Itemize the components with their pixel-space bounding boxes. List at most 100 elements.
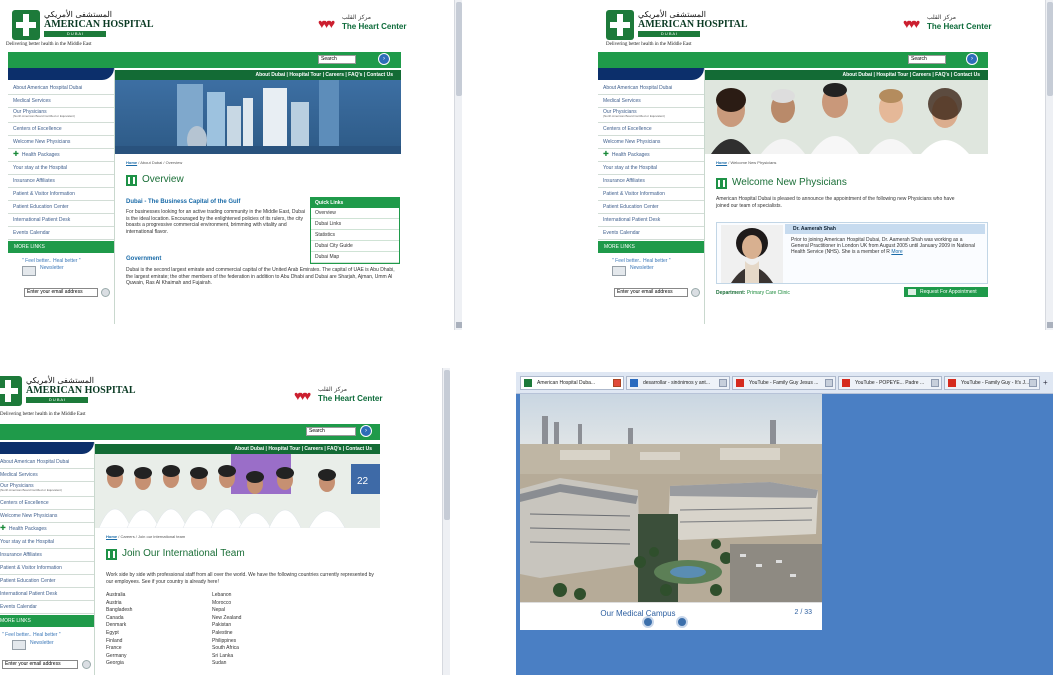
- newsletter-email-input[interactable]: Enter your email address: [614, 288, 688, 297]
- breadcrumb-home[interactable]: Home: [106, 534, 117, 539]
- nav-insurance[interactable]: Insurance Affiliates: [0, 549, 94, 562]
- breadcrumb-home[interactable]: Home: [126, 160, 137, 165]
- nav-patient-education[interactable]: Patient Education Center: [598, 201, 704, 214]
- nav-about[interactable]: About American Hospital Dubai: [8, 82, 114, 95]
- heart-center-logo[interactable]: ♥♥♥ مركز القلب The Heart Center: [294, 386, 382, 410]
- top-nav[interactable]: About Dubai | Hospital Tour | Careers | …: [95, 444, 380, 454]
- newsletter-link[interactable]: Newsletter: [30, 640, 54, 646]
- nav-health-packages[interactable]: ✚ Health Packages: [0, 523, 94, 536]
- close-tab-icon[interactable]: [1029, 379, 1037, 387]
- nav-events[interactable]: Events Calendar: [0, 601, 94, 614]
- nav-about[interactable]: About American Hospital Dubai: [0, 456, 94, 469]
- nav-patient-education[interactable]: Patient Education Center: [0, 575, 94, 588]
- scrollbar[interactable]: [1045, 0, 1053, 330]
- scrollbar-thumb[interactable]: [456, 2, 462, 96]
- country: Nepal: [212, 607, 226, 614]
- nav-patient-education[interactable]: Patient Education Center: [8, 201, 114, 214]
- country: Egypt: [106, 629, 119, 636]
- scrollbar-thumb[interactable]: [444, 370, 450, 520]
- close-tab-icon[interactable]: [931, 379, 939, 387]
- nav-welcome-physicians[interactable]: Welcome New Physicians: [8, 136, 114, 149]
- nav-your-stay[interactable]: Your stay at the Hospital: [598, 162, 704, 175]
- close-tab-icon[interactable]: [825, 379, 833, 387]
- newsletter-email-input[interactable]: Enter your email address: [2, 660, 78, 669]
- countries-column-2: Lebanon Morocco Nepal New Zealand Pakist…: [212, 592, 241, 668]
- quick-link-overview[interactable]: Overview: [311, 208, 399, 219]
- scrollbar[interactable]: [442, 368, 450, 675]
- newsletter-email-input[interactable]: Enter your email address: [24, 288, 98, 297]
- breadcrumb-home[interactable]: Home: [716, 160, 727, 165]
- newsletter-go-button[interactable]: [101, 288, 110, 297]
- tab-youtube-2[interactable]: YouTube - POPEYE... Padre ...: [838, 376, 942, 390]
- quick-link-statistics[interactable]: Statistics: [311, 230, 399, 241]
- more-links: MORE LINKS: [598, 241, 704, 253]
- nav-health-packages[interactable]: ✚ Health Packages: [598, 149, 704, 162]
- scroll-down-arrow[interactable]: [456, 322, 462, 328]
- nav-health-packages[interactable]: ✚ Health Packages: [8, 149, 114, 162]
- search-go-button[interactable]: ›: [360, 425, 372, 437]
- top-nav[interactable]: About Dubai | Hospital Tour | Careers | …: [115, 70, 401, 80]
- scrollbar-thumb[interactable]: [1047, 2, 1053, 96]
- search-input[interactable]: Search: [306, 427, 356, 436]
- country: South Africa: [212, 645, 239, 652]
- next-photo-button[interactable]: [676, 616, 688, 628]
- nav-patient-visitor[interactable]: Patient & Visitor Information: [0, 562, 94, 575]
- nav-international[interactable]: International Patient Desk: [8, 214, 114, 227]
- american-hospital-logo[interactable]: المستشفى الأمريكي AMERICAN HOSPITAL D U …: [0, 376, 136, 412]
- newsletter-go-button[interactable]: [82, 660, 91, 669]
- nav-welcome-physicians[interactable]: Welcome New Physicians: [0, 510, 94, 523]
- quick-link-dubai-links[interactable]: Dubai Links: [311, 219, 399, 230]
- sidebar: About American Hospital Dubai Medical Se…: [0, 442, 95, 675]
- nav-our-physicians[interactable]: Our Physicians (North American Board Cert…: [598, 108, 704, 123]
- scroll-down-arrow[interactable]: [1047, 322, 1053, 328]
- plus-icon: ✚: [13, 151, 19, 158]
- heart-center-logo[interactable]: ♥♥♥ مركز القلب The Heart Center: [903, 14, 991, 38]
- tab-youtube-1[interactable]: YouTube - Family Guy Jesus ...: [732, 376, 836, 390]
- nav-our-physicians[interactable]: Our Physicians (North American Board Cert…: [8, 108, 114, 123]
- nav-welcome-physicians[interactable]: Welcome New Physicians: [598, 136, 704, 149]
- close-tab-icon[interactable]: [613, 379, 621, 387]
- nav-patient-visitor[interactable]: Patient & Visitor Information: [8, 188, 114, 201]
- search-input[interactable]: Search: [318, 55, 356, 64]
- scrollbar[interactable]: [454, 0, 462, 330]
- nav-our-physicians[interactable]: Our Physicians (North American Board Cert…: [0, 482, 94, 497]
- nav-centers[interactable]: Centers of Excellence: [598, 123, 704, 136]
- search-input[interactable]: Search: [908, 55, 946, 64]
- newsletter-go-button[interactable]: [691, 288, 700, 297]
- newsletter-link[interactable]: Newsletter: [40, 265, 64, 271]
- american-hospital-logo[interactable]: المستشفى الأمريكي AMERICAN HOSPITAL D U …: [606, 10, 748, 46]
- quick-link-dubai-map[interactable]: Dubai Map: [311, 252, 399, 263]
- nav-centers[interactable]: Centers of Excellence: [8, 123, 114, 136]
- nav-insurance[interactable]: Insurance Affiliates: [598, 175, 704, 188]
- top-nav[interactable]: About Dubai | Hospital Tour | Careers | …: [705, 70, 988, 80]
- nav-international[interactable]: International Patient Desk: [598, 214, 704, 227]
- tab-american-hospital[interactable]: American Hospital Duba...: [520, 376, 624, 390]
- nav-about[interactable]: About American Hospital Dubai: [598, 82, 704, 95]
- nav-your-stay[interactable]: Your stay at the Hospital: [0, 536, 94, 549]
- nav-medical-services[interactable]: Medical Services: [8, 95, 114, 108]
- close-tab-icon[interactable]: [719, 379, 727, 387]
- nav-medical-services[interactable]: Medical Services: [598, 95, 704, 108]
- new-tab-icon[interactable]: +: [1043, 378, 1051, 388]
- request-appointment-button[interactable]: Request For Appointment: [904, 287, 988, 297]
- doctor-more-link[interactable]: More: [891, 249, 902, 255]
- tab-desarrollar[interactable]: desarrollar - sinónimos y ant...: [626, 376, 730, 390]
- newsletter-link[interactable]: Newsletter: [630, 265, 654, 271]
- quick-link-city-guide[interactable]: Dubai City Guide: [311, 241, 399, 252]
- nav-your-stay[interactable]: Your stay at the Hospital: [8, 162, 114, 175]
- nav-events[interactable]: Events Calendar: [8, 227, 114, 240]
- nav-centers[interactable]: Centers of Excellence: [0, 497, 94, 510]
- search-go-button[interactable]: ›: [378, 53, 390, 65]
- nav-events[interactable]: Events Calendar: [598, 227, 704, 240]
- search-go-button[interactable]: ›: [966, 53, 978, 65]
- previous-photo-button[interactable]: [642, 616, 654, 628]
- heart-center-logo[interactable]: ♥♥♥ مركز القلب The Heart Center: [318, 14, 406, 38]
- american-hospital-logo[interactable]: المستشفى الأمريكي AMERICAN HOSPITAL D U …: [12, 10, 154, 46]
- logo-sub: D U B A I: [44, 31, 106, 37]
- tab-youtube-3[interactable]: YouTube - Family Guy - It's J...: [944, 376, 1040, 390]
- nav-international[interactable]: International Patient Desk: [0, 588, 94, 601]
- nav-patient-visitor[interactable]: Patient & Visitor Information: [598, 188, 704, 201]
- hospital-cross-icon: [0, 376, 22, 406]
- nav-medical-services[interactable]: Medical Services: [0, 469, 94, 482]
- nav-insurance[interactable]: Insurance Affiliates: [8, 175, 114, 188]
